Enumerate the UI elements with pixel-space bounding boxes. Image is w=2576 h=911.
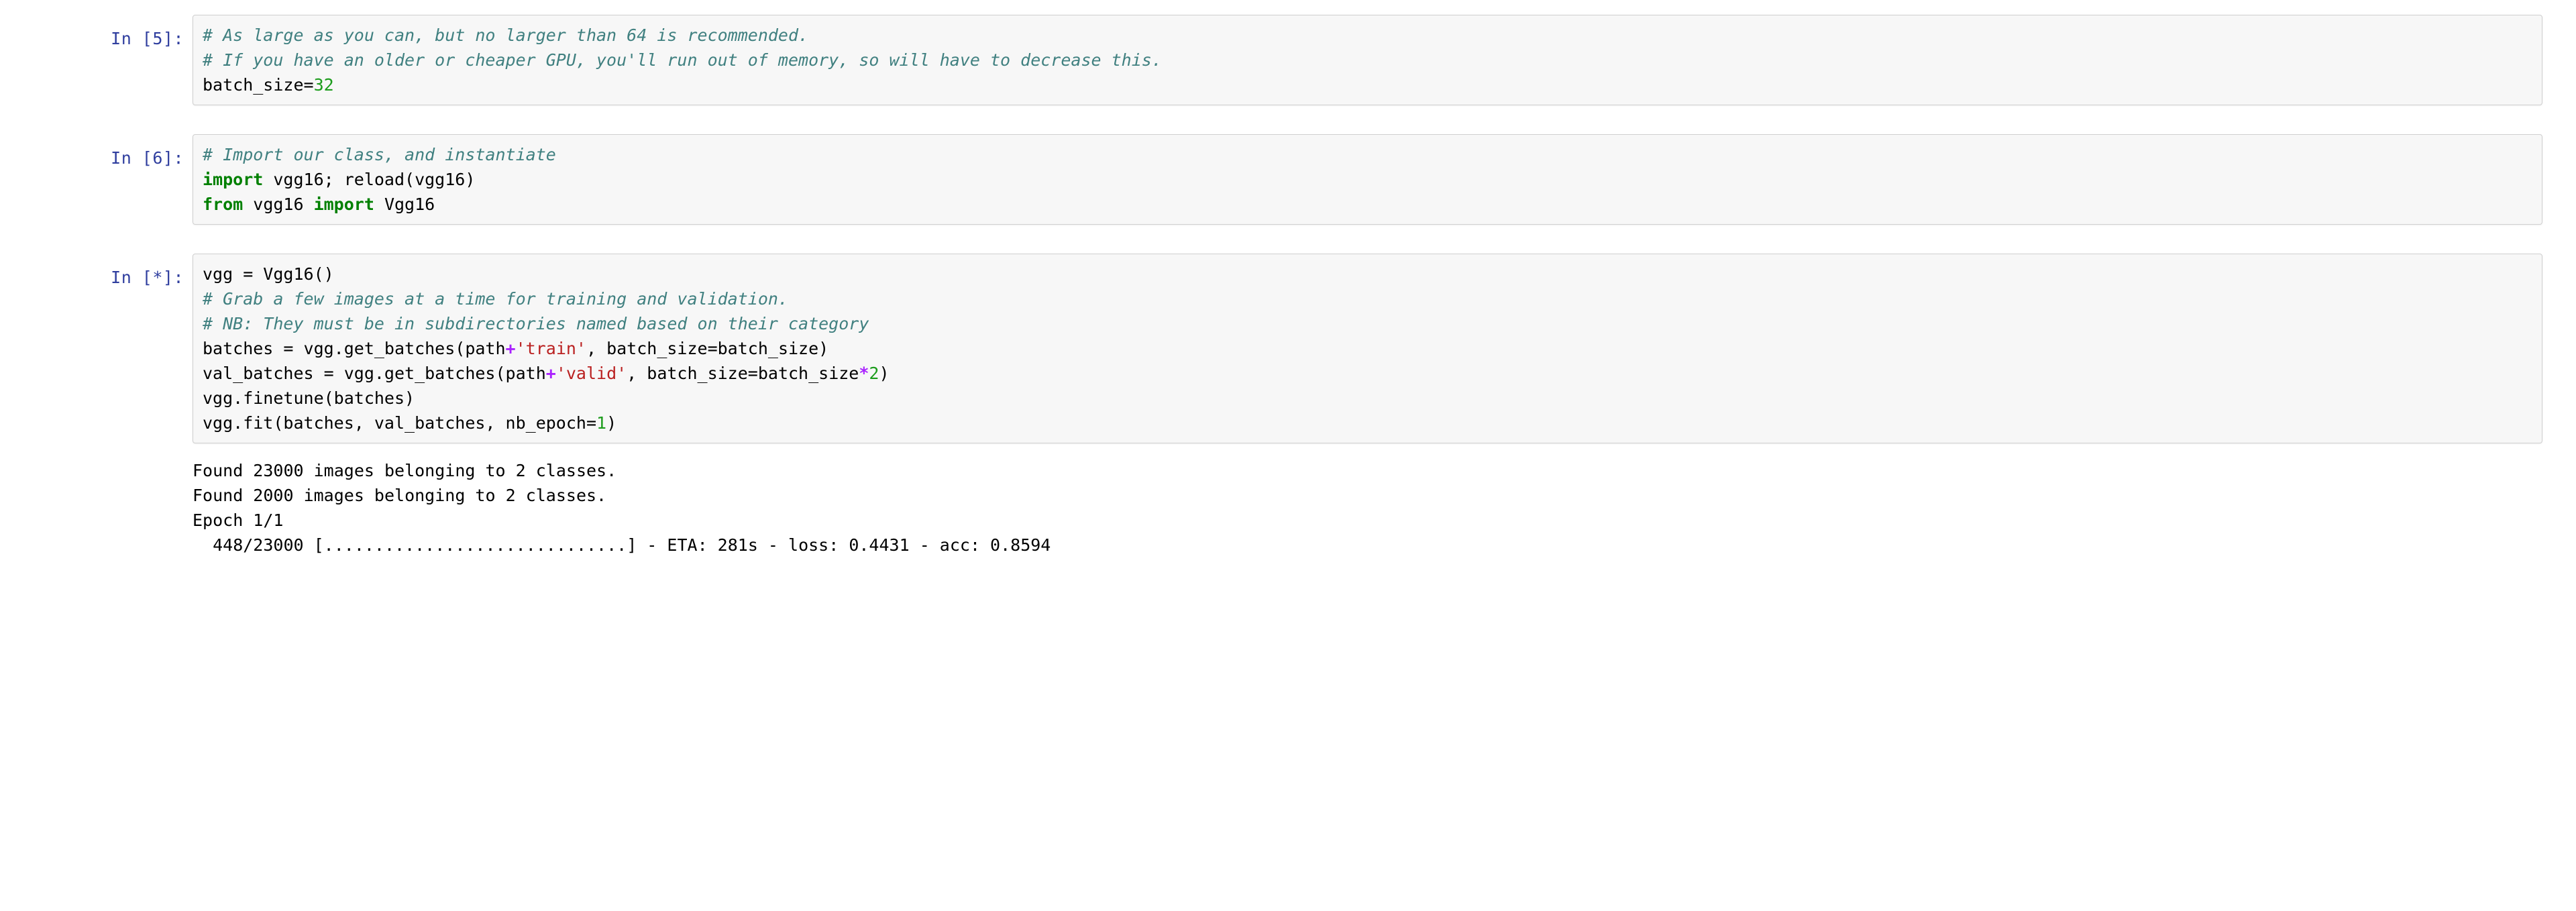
cell-body: vgg = Vgg16() # Grab a few images at a ti…: [193, 254, 2542, 557]
output-line: Found 23000 images belonging to 2 classe…: [193, 461, 617, 480]
token-number: 1: [596, 413, 607, 433]
token-plain: , batch_size=batch_size): [586, 339, 829, 358]
output-line: 448/23000 [.............................…: [193, 535, 1051, 555]
token-plain: batch_size=: [203, 75, 314, 95]
token-plain: ): [879, 364, 890, 383]
token-plain: vgg.fit(batches, val_batches, nb_epoch=: [203, 413, 596, 433]
output-line: Found 2000 images belonging to 2 classes…: [193, 486, 607, 505]
token-comment: # As large as you can, but no larger tha…: [203, 25, 809, 45]
code-line: import vgg16; reload(vgg16): [203, 167, 2542, 192]
token-comment: # Grab a few images at a time for traini…: [203, 289, 788, 309]
code-editor[interactable]: # Import our class, and instantiate impor…: [193, 134, 2542, 225]
code-line: # Grab a few images at a time for traini…: [203, 286, 2542, 311]
token-string: 'train': [515, 339, 586, 358]
code-line: # If you have an older or cheaper GPU, y…: [203, 48, 2542, 72]
token-plain: ): [606, 413, 617, 433]
token-comment: # NB: They must be in subdirectories nam…: [203, 314, 869, 333]
code-line: # Import our class, and instantiate: [203, 142, 2542, 167]
cell-output: Found 23000 images belonging to 2 classe…: [193, 443, 2542, 557]
token-op: +: [545, 364, 556, 383]
cell-body: # As large as you can, but no larger tha…: [193, 15, 2542, 105]
token-comment: # Import our class, and instantiate: [203, 145, 556, 164]
token-plain: Vgg16: [374, 195, 435, 214]
token-plain: val_batches = vgg.get_batches(path: [203, 364, 546, 383]
top-spacer: [0, 0, 2576, 15]
token-plain: batches = vgg.get_batches(path: [203, 339, 506, 358]
code-line: # NB: They must be in subdirectories nam…: [203, 311, 2542, 336]
notebook-cell-list: In [5]: # As large as you can, but no lar…: [0, 0, 2576, 557]
code-line: val_batches = vgg.get_batches(path+'vali…: [203, 361, 2542, 386]
code-editor[interactable]: # As large as you can, but no larger tha…: [193, 15, 2542, 105]
code-editor[interactable]: vgg = Vgg16() # Grab a few images at a ti…: [193, 254, 2542, 443]
token-keyword: from: [203, 195, 244, 214]
token-string: 'valid': [555, 364, 627, 383]
notebook-container: In [5]: # As large as you can, but no lar…: [0, 0, 2576, 911]
code-line: vgg.finetune(batches): [203, 386, 2542, 411]
code-line: from vgg16 import Vgg16: [203, 192, 2542, 217]
cell-spacer: [0, 225, 2576, 254]
cell-spacer: [0, 105, 2576, 134]
input-prompt: In [*]:: [111, 268, 184, 287]
token-plain: vgg16; reload(vgg16): [263, 170, 476, 189]
code-cell[interactable]: In [6]: # Import our class, and instantia…: [0, 134, 2576, 225]
token-number: 32: [313, 75, 334, 95]
token-number: 2: [869, 364, 879, 383]
code-line: batches = vgg.get_batches(path+'train', …: [203, 336, 2542, 361]
code-line: # As large as you can, but no larger tha…: [203, 23, 2542, 48]
code-cell[interactable]: In [*]: vgg = Vgg16() # Grab a few images …: [0, 254, 2576, 557]
output-line: Epoch 1/1: [193, 511, 284, 530]
token-plain: vgg.finetune(batches): [203, 388, 415, 408]
code-line: batch_size=32: [203, 72, 2542, 97]
input-prompt: In [5]:: [111, 29, 184, 48]
token-op: *: [859, 364, 869, 383]
code-cell[interactable]: In [5]: # As large as you can, but no lar…: [0, 15, 2576, 105]
token-comment: # If you have an older or cheaper GPU, y…: [203, 50, 1162, 70]
token-keyword: import: [313, 195, 374, 214]
code-line: vgg.fit(batches, val_batches, nb_epoch=1…: [203, 411, 2542, 435]
token-plain: , batch_size=batch_size: [627, 364, 859, 383]
token-op: +: [505, 339, 516, 358]
input-prompt: In [6]:: [111, 148, 184, 168]
token-plain: vgg = Vgg16(): [203, 264, 334, 284]
token-keyword: import: [203, 170, 264, 189]
code-line: vgg = Vgg16(): [203, 262, 2542, 286]
token-plain: vgg16: [243, 195, 314, 214]
cell-body: # Import our class, and instantiate impor…: [193, 134, 2542, 225]
